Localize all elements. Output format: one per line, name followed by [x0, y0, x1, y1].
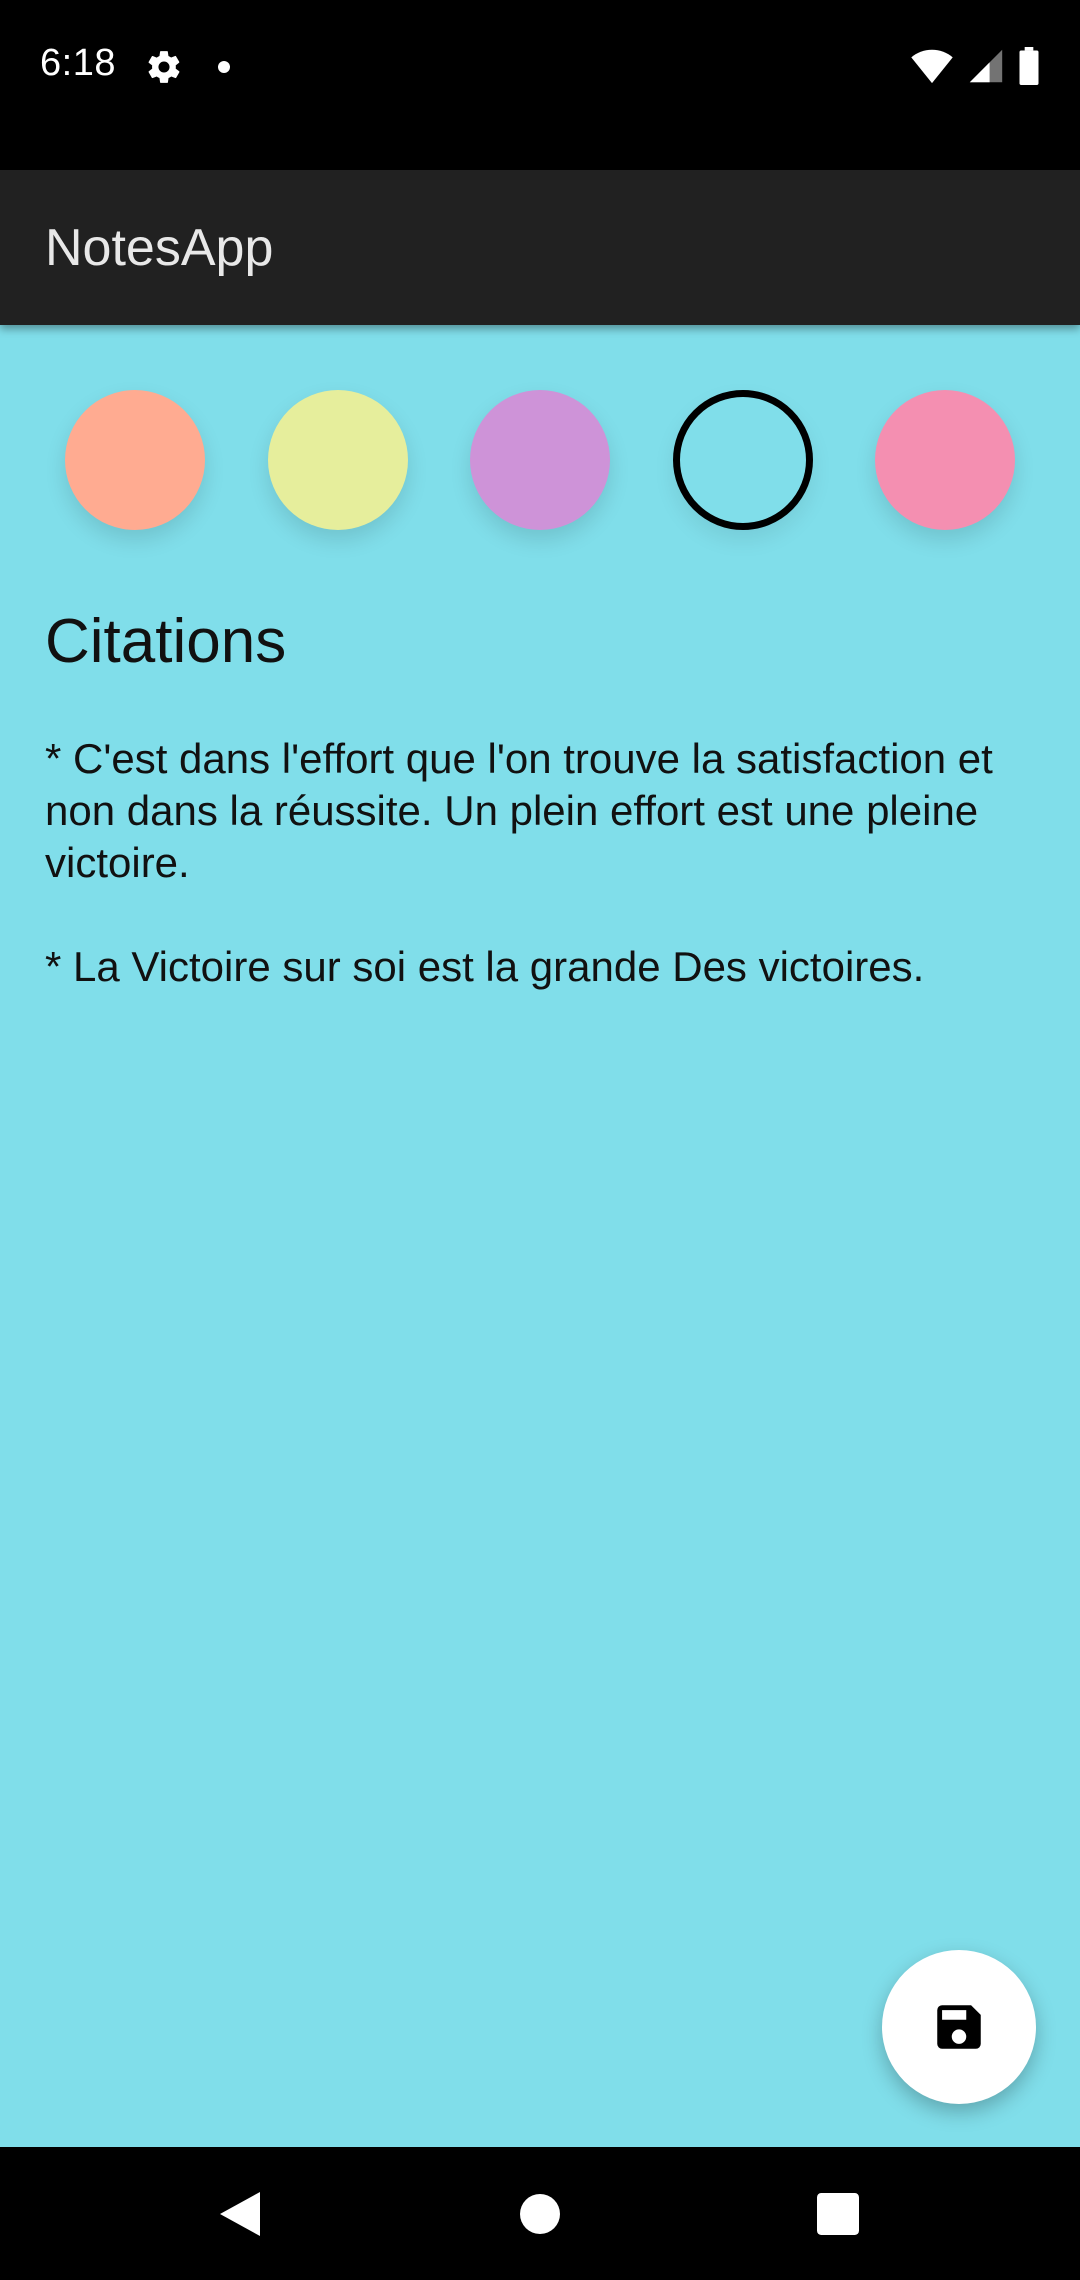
app-title: NotesApp	[45, 218, 274, 277]
app-bar: NotesApp	[0, 170, 1080, 325]
color-picker	[0, 390, 1080, 530]
battery-icon	[1019, 47, 1039, 85]
status-time: 6:18	[40, 42, 116, 84]
note-body-field[interactable]: * C'est dans l'effort que l'on trouve la…	[45, 733, 1045, 993]
settings-gear-icon	[148, 51, 180, 83]
recents-icon	[817, 2192, 859, 2235]
navigation-bar	[0, 2147, 1080, 2280]
back-button[interactable]	[170, 2147, 310, 2280]
note-editor: Citations * C'est dans l'effort que l'on…	[0, 325, 1080, 2147]
home-icon	[520, 2193, 560, 2234]
note-title-field[interactable]: Citations	[45, 605, 1045, 679]
wifi-icon	[911, 49, 953, 84]
back-icon	[220, 2191, 260, 2236]
status-icons	[910, 46, 1040, 86]
color-swatch-pink[interactable]	[875, 390, 1015, 530]
save-button[interactable]	[882, 1950, 1036, 2104]
device-screen: 6:18 NotesApp Citations * C'est dans l'e…	[0, 0, 1080, 2280]
save-icon	[937, 2005, 981, 2049]
color-swatch-yellow[interactable]	[268, 390, 408, 530]
status-bar: 6:18	[0, 0, 1080, 170]
cellular-signal-icon	[969, 49, 1003, 83]
recents-button[interactable]	[768, 2147, 908, 2280]
color-swatch-cyan[interactable]	[673, 390, 813, 530]
note-paragraph: * C'est dans l'effort que l'on trouve la…	[45, 735, 993, 886]
color-swatch-orange[interactable]	[65, 390, 205, 530]
color-swatch-purple[interactable]	[470, 390, 610, 530]
note-paragraph: * La Victoire sur soi est la grande Des …	[45, 943, 925, 990]
notification-dot-icon	[218, 61, 230, 73]
home-button[interactable]	[470, 2147, 610, 2280]
